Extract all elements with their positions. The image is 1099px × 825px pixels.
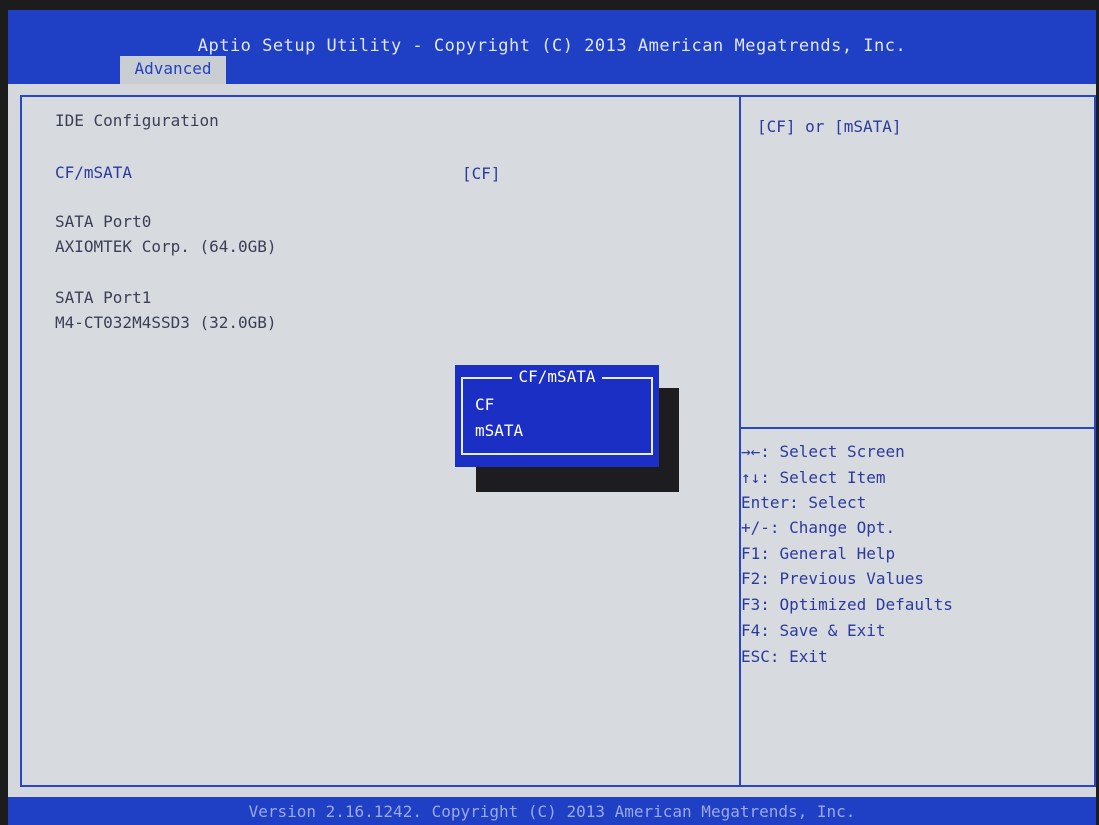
help-key-f4: F4: Save & Exit	[741, 621, 886, 640]
setting-cf-msata-value[interactable]: [CF]	[462, 164, 501, 183]
popup-option-msata[interactable]: mSATA	[475, 421, 523, 440]
help-key-change-opt: +/-: Change Opt.	[741, 518, 896, 537]
help-key-enter: Enter: Select	[741, 493, 867, 512]
popup-frame	[461, 377, 653, 455]
header-title: Aptio Setup Utility - Copyright (C) 2013…	[197, 36, 907, 56]
help-key-f2: F2: Previous Values	[741, 569, 925, 588]
sata-port1-device: M4-CT032M4SSD3 (32.0GB)	[55, 313, 277, 332]
panel-divider-vertical	[739, 97, 741, 785]
footer-text: Version 2.16.1242. Copyright (C) 2013 Am…	[248, 802, 856, 821]
help-key-esc: ESC: Exit	[741, 647, 828, 666]
footer-bar: Version 2.16.1242. Copyright (C) 2013 Am…	[8, 797, 1096, 825]
help-key-select-screen: →←: Select Screen	[741, 442, 905, 461]
sata-port0-label: SATA Port0	[55, 212, 152, 231]
tab-advanced[interactable]: Advanced	[120, 56, 226, 84]
help-divider-horizontal	[741, 427, 1094, 429]
sata-port0-device: AXIOMTEK Corp. (64.0GB)	[55, 237, 277, 256]
header-bar: Aptio Setup Utility - Copyright (C) 2013…	[8, 10, 1096, 84]
setting-cf-msata-label[interactable]: CF/mSATA	[55, 163, 132, 182]
popup-option-cf[interactable]: CF	[475, 395, 494, 414]
help-key-f1: F1: General Help	[741, 544, 896, 563]
help-key-select-item: ↑↓: Select Item	[741, 468, 886, 487]
help-description: [CF] or [mSATA]	[757, 117, 902, 136]
help-key-f3: F3: Optimized Defaults	[741, 595, 953, 614]
popup-title-text: CF/mSATA	[512, 367, 602, 386]
section-title: IDE Configuration	[55, 111, 219, 130]
cf-msata-popup: CF/mSATA CF mSATA	[455, 365, 659, 467]
sata-port1-label: SATA Port1	[55, 288, 152, 307]
popup-title: CF/mSATA	[455, 367, 659, 386]
bios-screen: Aptio Setup Utility - Copyright (C) 2013…	[8, 10, 1096, 825]
